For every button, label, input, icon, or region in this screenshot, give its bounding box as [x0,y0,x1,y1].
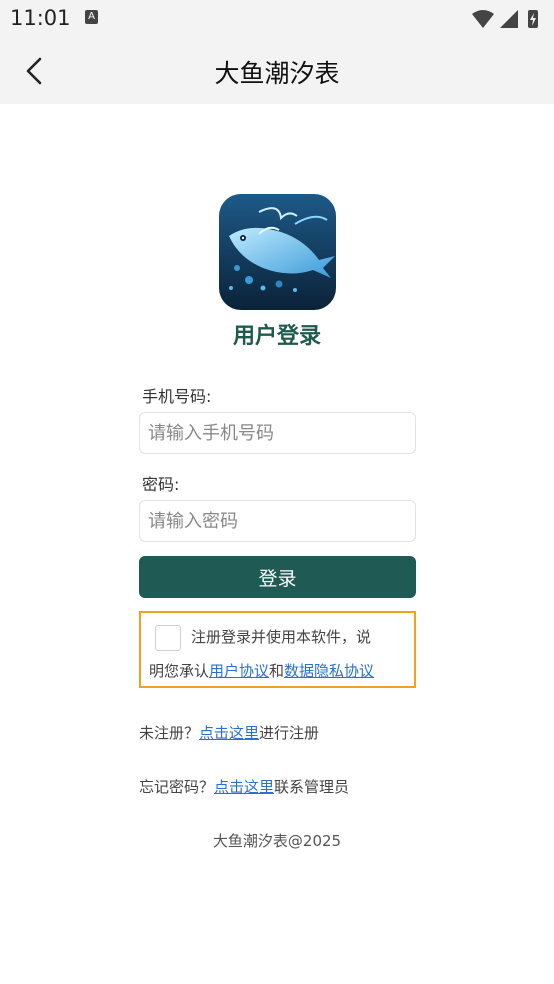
forgot-suffix: 联系管理员 [274,778,350,796]
agreement-checkbox[interactable] [155,625,181,651]
forgot-link[interactable]: 点击这里 [214,778,274,796]
footer-copyright: 大鱼潮汐表@2025 [212,832,342,850]
status-bar: 11:01 A [0,0,554,38]
phone-input[interactable] [139,412,416,454]
register-suffix: 进行注册 [259,724,320,742]
app-bar: 大鱼潮汐表 [0,38,554,104]
forgot-note: 忘记密码？点击这里联系管理员 [139,776,349,797]
wifi-icon [472,10,494,28]
user-agreement-link[interactable]: 用户协议 [209,662,269,680]
register-link[interactable]: 点击这里 [199,724,259,742]
password-input[interactable] [139,500,416,542]
agreement-box: 注册登录并使用本软件，说 明您承认用户协议和数据隐私协议 [139,611,416,688]
forgot-prefix: 忘记密码？ [139,778,215,796]
phone-label: 手机号码: [142,387,212,406]
agreement-text-line2: 明您承认用户协议和数据隐私协议 [149,660,374,681]
login-button[interactable]: 登录 [139,556,416,598]
register-prefix: 未注册？ [139,724,200,742]
fish-logo-icon [219,194,336,310]
agreement-text-line1: 注册登录并使用本软件，说 [191,628,372,646]
page-title: 大鱼潮汐表 [214,59,340,88]
privacy-agreement-link[interactable]: 数据隐私协议 [284,662,374,680]
signal-icon [500,10,518,28]
status-time: 11:01 [10,6,71,30]
register-note: 未注册？点击这里进行注册 [139,722,319,743]
agreement-prefix: 明您承认 [149,662,210,680]
login-heading: 用户登录 [232,324,321,349]
password-label: 密码: [142,475,180,494]
status-icons [472,10,538,28]
notification-icon: A [85,10,98,24]
agreement-conjunction: 和 [269,662,285,680]
app-logo [219,194,336,310]
